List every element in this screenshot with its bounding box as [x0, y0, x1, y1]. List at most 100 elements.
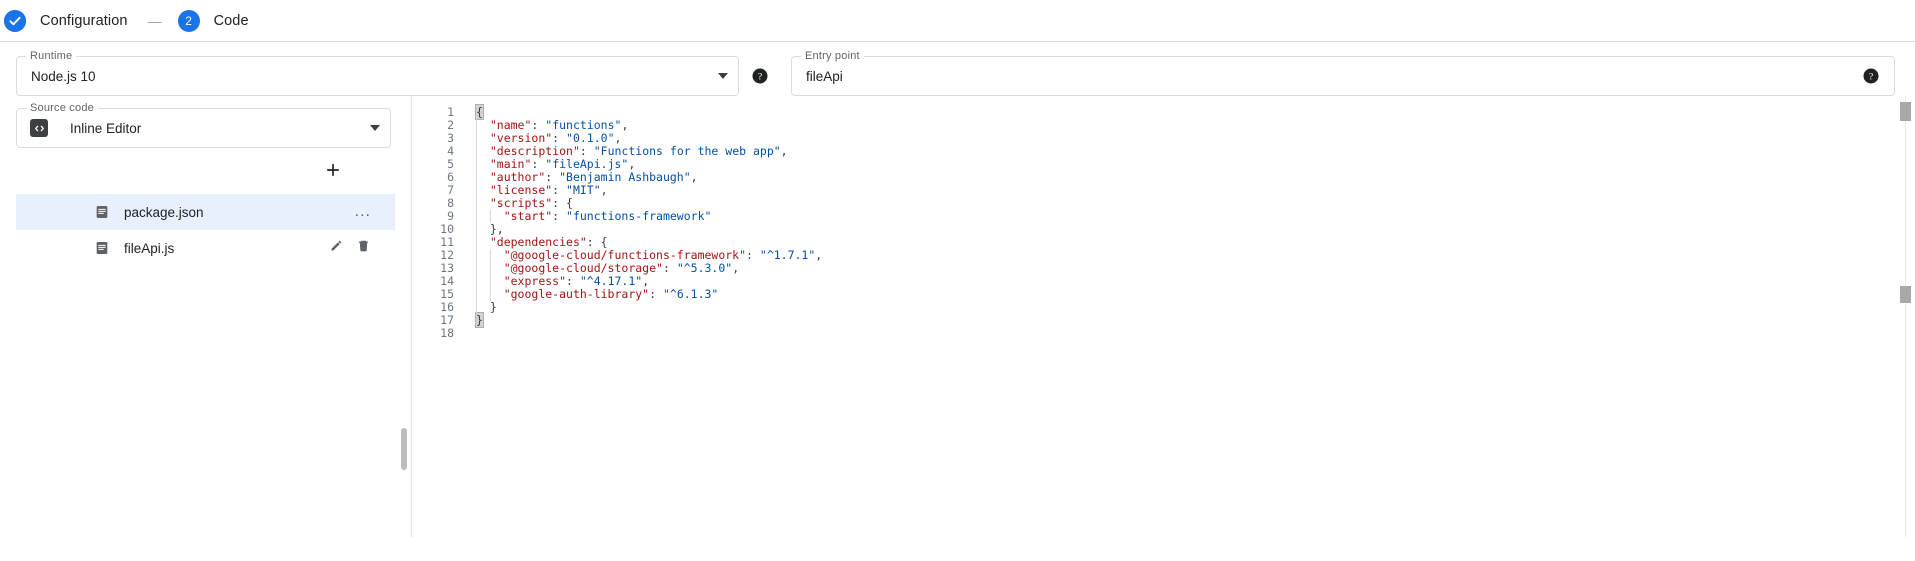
- code-token: :: [552, 183, 566, 197]
- editor-code-line: "@google-cloud/storage": "^5.3.0",: [476, 262, 1915, 275]
- code-token: ,: [691, 170, 698, 184]
- svg-text:?: ?: [1869, 71, 1873, 82]
- runtime-select[interactable]: Runtime Node.js 10: [16, 56, 739, 96]
- file-list-item-package-json[interactable]: package.json ...: [16, 194, 395, 230]
- indent-guide: [476, 119, 477, 314]
- code-token: "scripts": [490, 196, 552, 210]
- editor-code-line: },: [476, 223, 1915, 236]
- code-token: ,: [642, 274, 649, 288]
- code-token: "license": [490, 183, 552, 197]
- code-token: "name": [490, 118, 532, 132]
- code-token: : {: [587, 235, 608, 249]
- file-row-actions: [329, 238, 371, 258]
- stepper-separator: —: [148, 13, 162, 29]
- code-token: "google-auth-library": [504, 287, 649, 301]
- pencil-icon[interactable]: [329, 238, 344, 258]
- sidebar-scrollbar-thumb[interactable]: [401, 428, 407, 470]
- code-brackets-icon: [30, 119, 48, 137]
- file-name: fileApi.js: [124, 241, 329, 256]
- code-token: "@google-cloud/storage": [504, 261, 663, 275]
- code-token: "start": [504, 209, 552, 223]
- source-code-label: Source code: [26, 102, 98, 114]
- help-circle-icon[interactable]: ?: [751, 67, 769, 85]
- code-token: "0.1.0": [566, 131, 614, 145]
- code-token: "fileApi.js": [545, 157, 628, 171]
- file-row-actions: ...: [355, 207, 371, 217]
- chevron-down-icon[interactable]: [718, 73, 728, 79]
- editor-line-numbers: 123456789101112131415161718: [412, 106, 464, 537]
- code-token: "express": [504, 274, 566, 288]
- code-token: "^5.3.0": [677, 261, 732, 275]
- editor-code-line: }: [476, 301, 1915, 314]
- editor-code-line: "description": "Functions for the web ap…: [476, 145, 1915, 158]
- code-token: ,: [815, 248, 822, 262]
- file-document-icon: [94, 204, 110, 220]
- indent-guide: [490, 210, 491, 223]
- chevron-down-icon[interactable]: [370, 125, 380, 131]
- entry-point-input[interactable]: Entry point fileApi ?: [791, 56, 1895, 96]
- code-token: "^1.7.1": [760, 248, 815, 262]
- add-file-button[interactable]: [321, 158, 345, 182]
- step-number-badge: 2: [178, 10, 200, 32]
- code-token: "main": [490, 157, 532, 171]
- help-circle-icon[interactable]: ?: [1862, 67, 1880, 85]
- code-token: :: [746, 248, 760, 262]
- code-token: "dependencies": [490, 235, 587, 249]
- editor-scrollbar-track[interactable]: [1905, 96, 1906, 537]
- code-token: "^4.17.1": [580, 274, 642, 288]
- code-token: ,: [615, 131, 622, 145]
- code-token: :: [531, 157, 545, 171]
- trash-icon[interactable]: [356, 238, 371, 258]
- runtime-label: Runtime: [26, 50, 76, 62]
- stepper-step-code[interactable]: 2 Code: [178, 10, 249, 32]
- editor-code-line: "google-auth-library": "^6.1.3": [476, 288, 1915, 301]
- code-editor[interactable]: 123456789101112131415161718 { "name": "f…: [412, 96, 1915, 537]
- code-token: ,: [628, 157, 635, 171]
- editor-code-line: {: [476, 106, 1915, 119]
- code-token: :: [552, 209, 566, 223]
- code-token: "Functions for the web app": [594, 144, 781, 158]
- code-token: :: [580, 144, 594, 158]
- stepper-step-configuration-label: Configuration: [40, 13, 128, 29]
- code-token: ,: [601, 183, 608, 197]
- stepper-step-configuration[interactable]: Configuration: [4, 10, 128, 32]
- code-token: "functions": [545, 118, 621, 132]
- indent-guide: [490, 249, 491, 301]
- code-token: : {: [552, 196, 573, 210]
- code-token: :: [566, 274, 580, 288]
- code-token: "description": [490, 144, 580, 158]
- more-horizontal-icon[interactable]: ...: [355, 207, 371, 217]
- code-token: "Benjamin Ashbaugh": [559, 170, 691, 184]
- svg-text:?: ?: [758, 71, 762, 82]
- code-token: :: [545, 170, 559, 184]
- editor-code-area[interactable]: { "name": "functions", "version": "0.1.0…: [464, 106, 1915, 537]
- entry-point-label: Entry point: [801, 50, 864, 62]
- editor-code-line: }: [476, 314, 1915, 327]
- code-token: }: [490, 300, 497, 314]
- editor-scrollbar-thumb-bottom[interactable]: [1900, 286, 1911, 303]
- source-sidebar: Source code Inline Editor: [0, 96, 412, 537]
- code-token: "MIT": [566, 183, 601, 197]
- check-icon: [4, 10, 26, 32]
- editor-code-line: "name": "functions",: [476, 119, 1915, 132]
- entry-point-value[interactable]: fileApi: [792, 69, 1862, 84]
- code-token: "author": [490, 170, 545, 184]
- code-token: "functions-framework": [566, 209, 711, 223]
- file-toolbar: [0, 148, 411, 192]
- entry-point-field-group: Entry point fileApi ?: [791, 56, 1895, 96]
- file-document-icon: [94, 240, 110, 256]
- runtime-field-group: Runtime Node.js 10 ?: [16, 56, 771, 96]
- file-list-item-fileapi-js[interactable]: fileApi.js: [16, 230, 395, 266]
- matching-brace-highlight: {: [476, 105, 483, 119]
- code-token: "version": [490, 131, 552, 145]
- source-code-select[interactable]: Source code Inline Editor: [16, 108, 391, 148]
- editor-scrollbar-thumb-top[interactable]: [1900, 102, 1911, 121]
- code-token: :: [531, 118, 545, 132]
- editor-line-number: 18: [412, 327, 454, 340]
- editor-code-line: [476, 327, 1915, 340]
- top-fields-row: Runtime Node.js 10 ? Entry point fileApi…: [0, 42, 1915, 96]
- code-token: :: [552, 131, 566, 145]
- code-token: ,: [781, 144, 788, 158]
- code-token: ,: [732, 261, 739, 275]
- code-token: ,: [621, 118, 628, 132]
